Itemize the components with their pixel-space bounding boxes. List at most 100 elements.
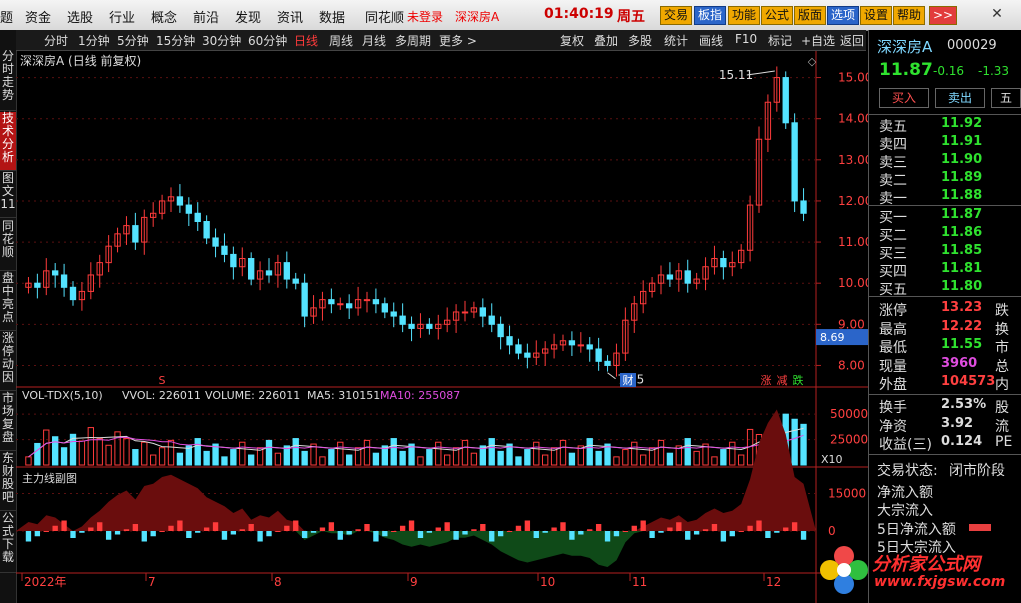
period-60min[interactable]: 60分钟: [248, 32, 287, 49]
menu-item-funds[interactable]: 资金: [25, 7, 51, 26]
period-more[interactable]: 更多 >: [439, 32, 477, 49]
candle-body: [212, 237, 219, 247]
volume-bar: [105, 444, 112, 466]
volume-bar: [800, 423, 807, 466]
period-multi[interactable]: 多周期: [395, 32, 431, 49]
tool-overlay[interactable]: 叠加: [594, 32, 618, 49]
buy-button[interactable]: 买入: [879, 88, 929, 108]
menu-item-topic[interactable]: 题: [0, 7, 13, 26]
sell-button[interactable]: 卖出: [935, 88, 985, 108]
main-force-bar: [800, 531, 807, 540]
volume-bar: [176, 452, 184, 466]
tool-statistics[interactable]: 统计: [664, 32, 688, 49]
main-force-bar: [756, 520, 762, 531]
volume-bar: [167, 439, 175, 466]
volume-bar: [52, 436, 59, 466]
volume-bar: [203, 450, 210, 466]
main-force-bar: [150, 531, 156, 537]
menu-item-data[interactable]: 数据: [319, 7, 345, 26]
main-force-bar: [649, 531, 655, 538]
main-force-bar: [70, 531, 76, 538]
index-button[interactable]: 板指: [694, 6, 727, 25]
side-tab-highlights[interactable]: 盘中亮点: [0, 272, 16, 331]
bid-3-value: 11.85: [941, 243, 983, 258]
volume-bar: [239, 441, 246, 466]
formula-button[interactable]: 公式: [761, 6, 794, 25]
menu-item-frontier[interactable]: 前沿: [193, 7, 219, 26]
clock: 01:40:19: [544, 6, 614, 22]
main-force-bar: [506, 531, 513, 532]
date-label: 12: [766, 575, 781, 589]
main-force-bar: [239, 529, 245, 531]
side-tab-forum[interactable]: 东财股吧: [0, 452, 16, 511]
tool-mark[interactable]: 标记: [768, 32, 792, 49]
period-intraday[interactable]: 分时: [44, 32, 68, 49]
extra-button[interactable]: 五: [991, 88, 1021, 108]
side-tab-graphic[interactable]: 图文11: [0, 172, 16, 218]
volume-bar: [43, 429, 50, 466]
main-force-bar: [524, 520, 531, 531]
help-button[interactable]: 帮助: [893, 6, 926, 25]
period-15min[interactable]: 15分钟: [156, 32, 195, 49]
side-tab-technical[interactable]: 技术分析: [0, 112, 16, 171]
candle-body: [34, 282, 41, 288]
main-force-bar: [720, 531, 727, 542]
ask-1-value: 11.88: [941, 188, 983, 203]
main-force-bar: [462, 531, 468, 535]
menu-item-stock-picking[interactable]: 选股: [67, 7, 93, 26]
menu-item-news[interactable]: 资讯: [277, 7, 303, 26]
close-icon[interactable]: ✕: [986, 3, 1008, 25]
side-tab-market-review[interactable]: 市场复盘: [0, 392, 16, 451]
options-button[interactable]: 选项: [827, 6, 860, 25]
period-5min[interactable]: 5分钟: [117, 32, 149, 49]
settings-button[interactable]: 设置: [860, 6, 893, 25]
tool-adjust[interactable]: 复权: [560, 32, 584, 49]
date-label: 10: [540, 575, 555, 589]
tool-f10[interactable]: F10: [735, 32, 757, 46]
main-force-bar: [435, 527, 441, 531]
period-daily[interactable]: 日线: [294, 32, 318, 49]
period-weekly[interactable]: 周线: [329, 32, 353, 49]
more-button[interactable]: >>: [929, 6, 958, 25]
tool-multi-stock[interactable]: 多股: [628, 32, 652, 49]
side-tab-formula-download[interactable]: 公式下载: [0, 512, 16, 573]
menu-item-industry[interactable]: 行业: [109, 7, 135, 26]
main-force-bar: [533, 531, 539, 538]
candle-body: [60, 274, 68, 288]
candle-body: [381, 303, 388, 313]
volume-bar: [684, 438, 691, 466]
main-force-bar: [141, 531, 147, 542]
menu-item-discover[interactable]: 发现: [235, 7, 261, 26]
tool-add-watchlist[interactable]: +自选: [801, 32, 835, 49]
kline-chart[interactable]: 15.0014.0013.0012.0011.0010.009.008.008.…: [16, 51, 868, 603]
menu-item-tonghuashun[interactable]: 同花顺: [365, 7, 404, 26]
ask-3-value: 11.90: [941, 152, 983, 167]
quote-panel: 深深房A 000029 11.87 -0.16 -1.33 买入 卖出 五 卖五…: [868, 30, 1021, 603]
main-force-bar: [676, 522, 682, 531]
function-button[interactable]: 功能: [728, 6, 761, 25]
volume-bar: [461, 439, 469, 466]
bid-2-label: 买二: [879, 228, 907, 244]
main-force-bar: [212, 522, 219, 531]
login-warning[interactable]: 未登录: [407, 8, 443, 25]
side-tab-intraday[interactable]: 分时走势: [0, 50, 16, 111]
last-price: 11.87: [879, 60, 933, 80]
layout-button[interactable]: 版面: [794, 6, 827, 25]
candle-body: [791, 122, 798, 202]
menu-item-concept[interactable]: 概念: [151, 7, 177, 26]
volume-bar: [524, 449, 531, 466]
side-tab-limit-reason[interactable]: 涨停动因: [0, 332, 16, 391]
trade-button[interactable]: 交易: [660, 6, 693, 25]
candle-body: [720, 258, 727, 268]
period-30min[interactable]: 30分钟: [202, 32, 241, 49]
period-1min[interactable]: 1分钟: [78, 32, 110, 49]
price-marker-label: 8.69: [820, 331, 845, 344]
tool-back[interactable]: 返回: [840, 32, 864, 49]
volume-bar: [435, 441, 442, 466]
period-monthly[interactable]: 月线: [362, 32, 386, 49]
tool-draw[interactable]: 画线: [699, 32, 723, 49]
main-force-bar: [284, 525, 290, 531]
volume-bar: [230, 449, 237, 466]
side-tab-tonghuashun[interactable]: 同花顺: [0, 220, 16, 271]
volume-bar: [265, 439, 273, 466]
